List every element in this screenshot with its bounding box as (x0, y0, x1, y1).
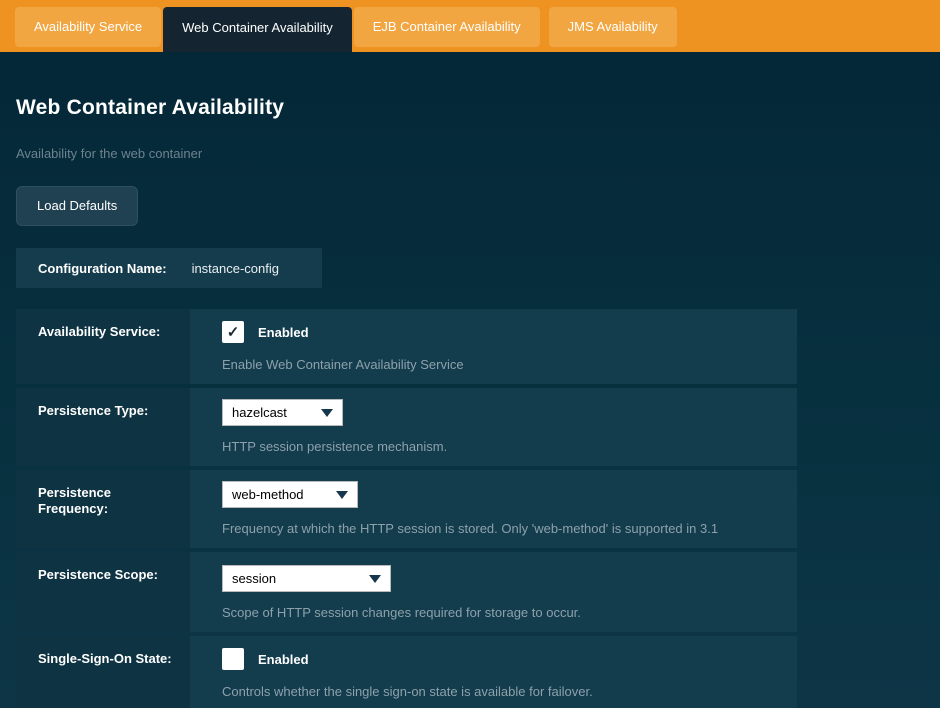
page-subtitle: Availability for the web container (16, 146, 924, 161)
configuration-name-value: instance-config (192, 261, 279, 276)
row-single-sign-on-state: Single-Sign-On State: Enabled Controls w… (16, 636, 797, 708)
availability-service-label: Availability Service: (16, 309, 190, 384)
single-sign-on-state-label: Single-Sign-On State: (16, 636, 190, 708)
load-defaults-button[interactable]: Load Defaults (16, 186, 138, 226)
row-availability-service: Availability Service: ✓ Enabled Enable W… (16, 309, 797, 384)
persistence-frequency-select[interactable]: web-method (222, 481, 358, 508)
page-title: Web Container Availability (16, 96, 924, 120)
tab-availability-service[interactable]: Availability Service (15, 7, 161, 47)
tab-jms-availability[interactable]: JMS Availability (549, 7, 677, 47)
persistence-scope-selected-value: session (232, 571, 276, 586)
chevron-down-icon (321, 409, 333, 417)
persistence-type-help: HTTP session persistence mechanism. (222, 439, 779, 454)
tab-ejb-container-availability[interactable]: EJB Container Availability (354, 7, 540, 47)
availability-service-help: Enable Web Container Availability Servic… (222, 357, 779, 372)
single-sign-on-state-checkbox[interactable] (222, 648, 244, 670)
row-persistence-type: Persistence Type: hazelcast HTTP session… (16, 388, 797, 466)
main-content: Web Container Availability Availability … (0, 96, 940, 708)
persistence-scope-label: Persistence Scope: (16, 552, 190, 632)
availability-form: Availability Service: ✓ Enabled Enable W… (16, 309, 797, 708)
persistence-frequency-help: Frequency at which the HTTP session is s… (222, 521, 779, 536)
configuration-name-row: Configuration Name: instance-config (16, 248, 322, 288)
persistence-type-label: Persistence Type: (16, 388, 190, 466)
tab-bar: Availability Service Web Container Avail… (0, 0, 940, 52)
persistence-scope-content: session Scope of HTTP session changes re… (190, 552, 797, 632)
chevron-down-icon (369, 575, 381, 583)
persistence-frequency-selected-value: web-method (232, 487, 304, 502)
row-persistence-frequency: Persistence Frequency: web-method Freque… (16, 470, 797, 548)
single-sign-on-state-enabled-label: Enabled (258, 652, 309, 667)
configuration-name-label: Configuration Name: (38, 261, 167, 276)
persistence-frequency-content: web-method Frequency at which the HTTP s… (190, 470, 797, 548)
single-sign-on-state-content: Enabled Controls whether the single sign… (190, 636, 797, 708)
chevron-down-icon (336, 491, 348, 499)
persistence-type-selected-value: hazelcast (232, 405, 287, 420)
row-persistence-scope: Persistence Scope: session Scope of HTTP… (16, 552, 797, 632)
tab-web-container-availability[interactable]: Web Container Availability (163, 7, 352, 52)
persistence-scope-help: Scope of HTTP session changes required f… (222, 605, 779, 620)
availability-service-checkbox[interactable]: ✓ (222, 321, 244, 343)
availability-service-enabled-label: Enabled (258, 325, 309, 340)
single-sign-on-state-help: Controls whether the single sign-on stat… (222, 684, 779, 699)
persistence-type-content: hazelcast HTTP session persistence mecha… (190, 388, 797, 466)
persistence-scope-select[interactable]: session (222, 565, 391, 592)
persistence-frequency-label: Persistence Frequency: (16, 470, 190, 548)
availability-service-content: ✓ Enabled Enable Web Container Availabil… (190, 309, 797, 384)
persistence-type-select[interactable]: hazelcast (222, 399, 343, 426)
web-container-availability-page: Availability Service Web Container Avail… (0, 0, 940, 708)
